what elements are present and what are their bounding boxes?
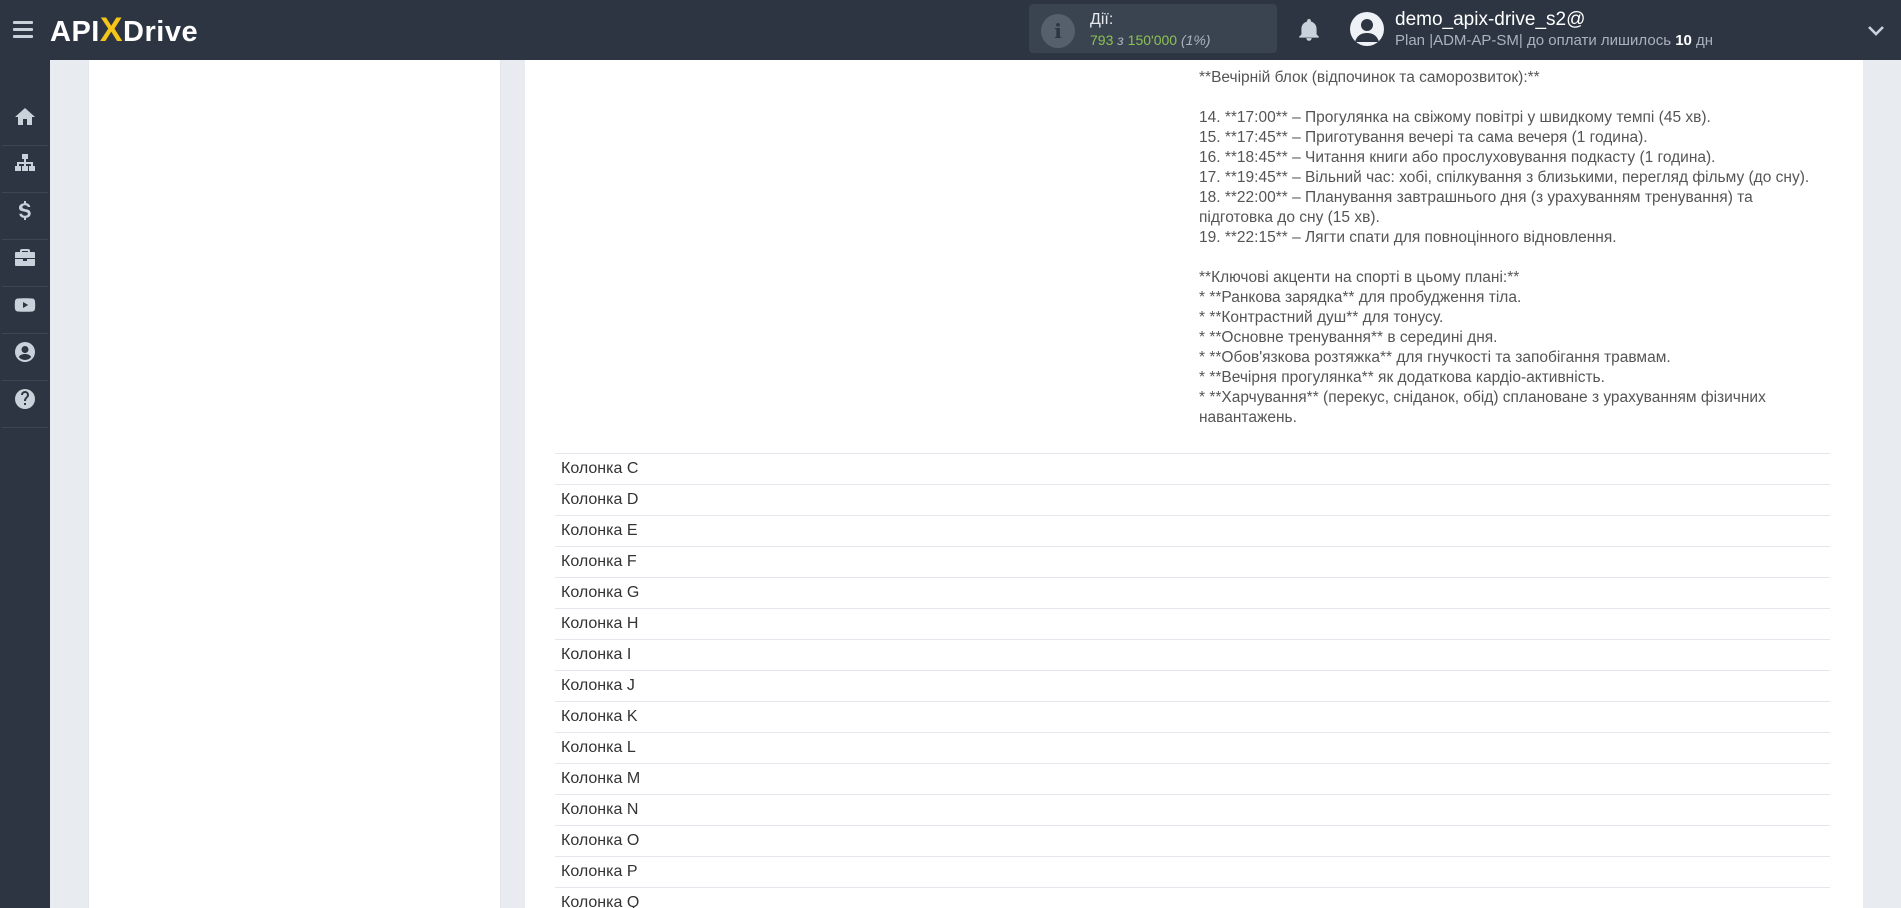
bell-icon[interactable] — [1296, 16, 1322, 44]
column-label: Колонка H — [561, 615, 639, 632]
column-label: Колонка O — [561, 832, 640, 849]
text-line — [1199, 248, 1829, 268]
text-line: * **Обов'язкова розтяжка** для гнучкості… — [1199, 349, 1671, 366]
column-label: Колонка K — [561, 708, 638, 725]
text-line: 16. **18:45** – Читання книги або прослу… — [1199, 149, 1716, 166]
user-plan: Plan |ADM-AP-SM| до оплати лишилось 10 д… — [1395, 32, 1714, 49]
column-label: Колонка N — [561, 801, 639, 818]
text-line: 17. **19:45** – Вільний час: хобі, спілк… — [1199, 169, 1810, 186]
response-text: **Вечірній блок (відпочинок та саморозви… — [1199, 68, 1829, 428]
text-line: * **Вечірня прогулянка** як додаткова ка… — [1199, 369, 1605, 386]
user-circle-icon[interactable] — [0, 329, 50, 375]
table-row: Колонка H — [555, 608, 1830, 639]
column-label: Колонка P — [561, 863, 638, 880]
chevron-down-icon[interactable] — [1866, 20, 1886, 40]
table-row: Колонка N — [555, 794, 1830, 825]
dollar-icon[interactable] — [0, 188, 50, 234]
text-line: 14. **17:00** – Прогулянка на свіжому по… — [1199, 109, 1711, 126]
table-row: Колонка I — [555, 639, 1830, 670]
logo[interactable]: APIXDrive — [50, 10, 198, 50]
table-row: Колонка L — [555, 732, 1830, 763]
column-label: Колонка Q — [561, 894, 640, 908]
column-label: Колонка J — [561, 677, 635, 694]
table-row: Колонка Q — [555, 887, 1830, 908]
text-line: * **Контрастний душ** для тонусу. — [1199, 309, 1444, 326]
text-line: **Вечірній блок (відпочинок та саморозви… — [1199, 69, 1540, 86]
column-label: Колонка E — [561, 522, 638, 539]
column-label: Колонка C — [561, 460, 639, 477]
question-circle-icon[interactable] — [0, 376, 50, 422]
sitemap-icon[interactable] — [0, 141, 50, 187]
info-icon: i — [1041, 14, 1075, 48]
menu-icon[interactable] — [13, 18, 35, 42]
table-row: Колонка G — [555, 577, 1830, 608]
youtube-icon[interactable] — [0, 282, 50, 328]
table-row: Колонка O — [555, 825, 1830, 856]
column-label: Колонка M — [561, 770, 641, 787]
text-line: * **Основне тренування** в середині дня. — [1199, 329, 1498, 346]
text-line: * **Ранкова зарядка** для пробудження ті… — [1199, 289, 1522, 306]
left-panel — [88, 60, 501, 908]
table-row: Колонка K — [555, 701, 1830, 732]
table-row: Колонка D — [555, 484, 1830, 515]
table-row: Колонка J — [555, 670, 1830, 701]
column-label: Колонка I — [561, 646, 632, 663]
table-row: Колонка P — [555, 856, 1830, 887]
column-label: Колонка G — [561, 584, 640, 601]
table-row: Колонка C — [555, 453, 1830, 484]
home-icon[interactable] — [0, 94, 50, 140]
text-line — [1199, 88, 1829, 108]
text-line: * **Харчування** (перекус, сніданок, обі… — [1199, 389, 1771, 426]
table-row: Колонка F — [555, 546, 1830, 577]
columns-list: Колонка C Колонка D Колонка E Колонка F Коло… — [555, 453, 1830, 908]
table-row: Колонка E — [555, 515, 1830, 546]
column-label: Колонка F — [561, 553, 637, 570]
actions-counter[interactable]: i Дії: 793 з 150'000 (1%) — [1029, 4, 1277, 53]
text-line: 15. **17:45** – Приготування вечері та с… — [1199, 129, 1648, 146]
sidebar — [0, 60, 50, 908]
actions-label: Дії: — [1090, 11, 1114, 28]
avatar[interactable] — [1350, 12, 1384, 46]
text-line: 18. **22:00** – Планування завтрашнього … — [1199, 189, 1758, 226]
top-bar: APIXDrive i Дії: 793 з 150'000 (1%) demo… — [0, 0, 1901, 60]
actions-value: 793 з 150'000 (1%) — [1090, 32, 1211, 48]
briefcase-icon[interactable] — [0, 235, 50, 281]
text-line: 19. **22:15** – Лягти спати для повноцін… — [1199, 229, 1617, 246]
user-name[interactable]: demo_apix-drive_s2@ — [1395, 9, 1585, 31]
text-line: **Ключові акценти на спорті в цьому план… — [1199, 269, 1520, 286]
main-panel: **Вечірній блок (відпочинок та саморозви… — [525, 60, 1863, 908]
column-label: Колонка D — [561, 491, 639, 508]
column-label: Колонка L — [561, 739, 636, 756]
table-row: Колонка M — [555, 763, 1830, 794]
